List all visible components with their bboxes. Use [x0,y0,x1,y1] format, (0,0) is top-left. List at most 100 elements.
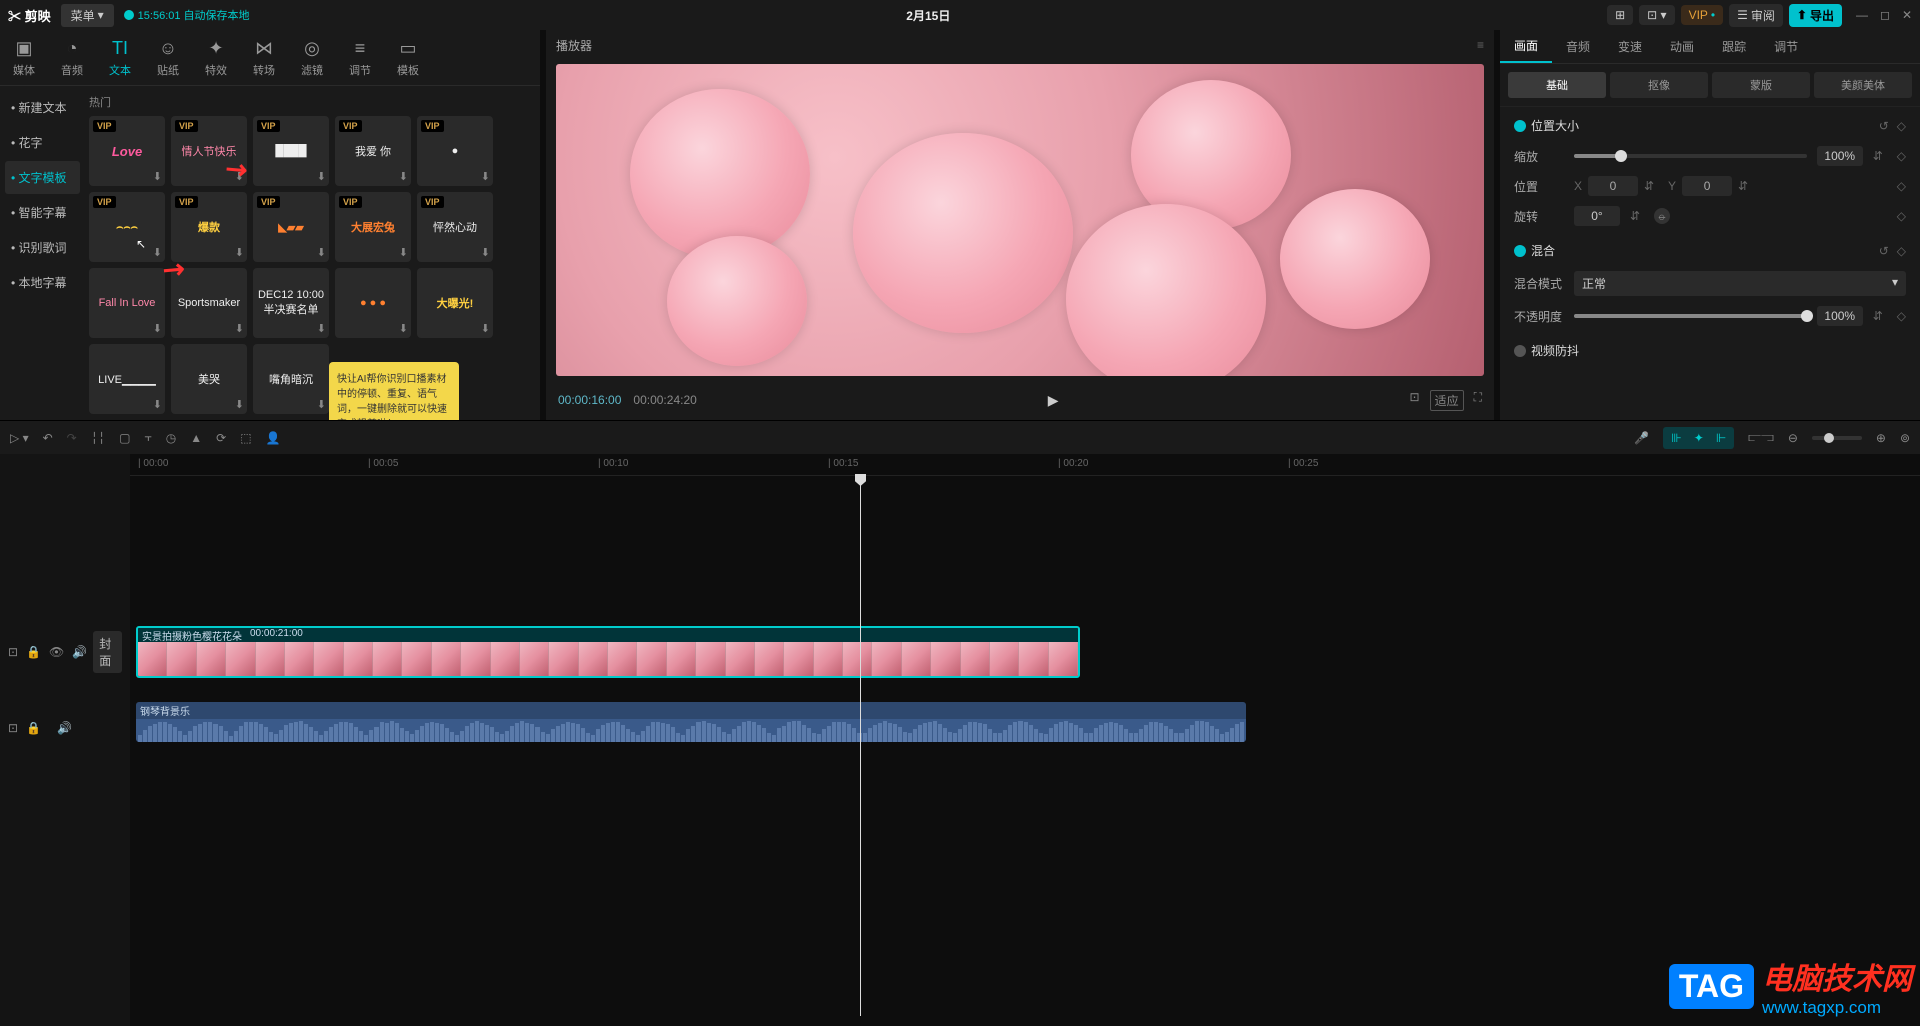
text-template-asset[interactable]: VIP⌢⌢⌢⬇ [89,192,165,262]
blend-mode-select[interactable]: 正常▾ [1574,271,1906,296]
download-icon[interactable]: ⬇ [481,246,490,259]
download-icon[interactable]: ⬇ [317,246,326,259]
export-button[interactable]: ⬆ 导出 [1789,4,1842,27]
text-template-asset[interactable]: 嘴角暗沉⬇ [253,344,329,414]
media-tab-文本[interactable]: TI文本 [96,30,144,85]
close-icon[interactable]: ✕ [1902,8,1912,22]
text-template-asset[interactable]: 大曝光!⬇ [417,268,493,338]
text-template-asset[interactable]: VIP情人节快乐⬇ [171,116,247,186]
inspector-tab[interactable]: 调节 [1760,30,1812,63]
download-icon[interactable]: ⬇ [399,322,408,335]
maximize-icon[interactable]: ◻ [1880,8,1890,22]
split-tool[interactable]: ╎╎ [91,431,105,445]
text-template-asset[interactable]: VIPLove⬇ [89,116,165,186]
track-lock-icon[interactable]: 🔒 [26,645,41,659]
position-x-input[interactable]: 0 [1588,176,1638,196]
checkbox-off-icon[interactable] [1514,345,1526,357]
crop-tool[interactable]: ⬚ [240,431,251,445]
reset-icon[interactable]: ↺ [1879,119,1889,133]
text-template-asset[interactable]: VIP████⬇ [253,116,329,186]
sidebar-item[interactable]: • 花字 [5,126,80,159]
position-y-input[interactable]: 0 [1682,176,1732,196]
zoom-out-button[interactable]: ⊖ [1788,431,1798,445]
text-template-asset[interactable]: VIP◣▰▰⬇ [253,192,329,262]
spinner-icon[interactable]: ⇵ [1873,149,1887,163]
reset-icon[interactable]: ↺ [1879,244,1889,258]
download-icon[interactable]: ⬇ [399,246,408,259]
track-visible-icon[interactable]: 👁 [49,645,64,659]
text-template-asset[interactable]: VIP爆款⬇ [171,192,247,262]
checkbox-on-icon[interactable] [1514,245,1526,257]
text-template-asset[interactable]: LIVE▁▁▁▁⬇ [89,344,165,414]
zoom-in-button[interactable]: ⊕ [1876,431,1886,445]
delete-button[interactable]: ▢ [119,431,130,445]
media-tab-转场[interactable]: ⋈转场 [240,30,288,85]
download-icon[interactable]: ⬇ [153,398,162,411]
text-template-asset[interactable]: VIP●⬇ [417,116,493,186]
checkbox-on-icon[interactable] [1514,120,1526,132]
mic-icon[interactable]: 🎤 [1634,431,1649,445]
text-template-asset[interactable]: VIP大展宏兔⬇ [335,192,411,262]
menu-button[interactable]: 菜单 ▾ [61,4,114,27]
video-preview[interactable] [556,64,1484,376]
inspector-tab[interactable]: 动画 [1656,30,1708,63]
inspector-tab[interactable]: 变速 [1604,30,1656,63]
download-icon[interactable]: ⬇ [235,246,244,259]
minimize-icon[interactable]: — [1856,8,1868,22]
sidebar-item[interactable]: • 智能字幕 [5,196,80,229]
text-template-asset[interactable]: VIP我爱 你⬇ [335,116,411,186]
align-tool[interactable]: ⫍⫎ [1748,430,1774,445]
snap-toggle-group[interactable]: ⊪✦⊩ [1663,427,1734,449]
media-tab-特效[interactable]: ✦特效 [192,30,240,85]
ratio-lock-icon[interactable]: ⦵ [1654,208,1670,224]
download-icon[interactable]: ⬇ [153,170,162,183]
download-icon[interactable]: ⬇ [399,170,408,183]
fit-timeline-button[interactable]: ⊚ [1900,431,1910,445]
download-icon[interactable]: ⬇ [235,170,244,183]
mirror-tool[interactable]: ▲ [190,431,202,445]
rotation-value[interactable]: 0° [1574,206,1620,226]
track-settings-icon[interactable]: ⊡ [8,645,18,659]
inspector-tab[interactable]: 跟踪 [1708,30,1760,63]
inspector-tab[interactable]: 音频 [1552,30,1604,63]
inspector-subtab[interactable]: 美颜美体 [1814,72,1912,98]
download-icon[interactable]: ⬇ [153,246,162,259]
crop-icon[interactable]: ⊡ [1410,390,1420,411]
keyframe-icon[interactable]: ◇ [1897,149,1906,163]
inspector-subtab[interactable]: 基础 [1508,72,1606,98]
media-tab-调节[interactable]: ≡调节 [336,30,384,85]
fullscreen-icon[interactable]: ⛶ [1474,390,1482,411]
download-icon[interactable]: ⬇ [481,170,490,183]
inspector-subtab[interactable]: 抠像 [1610,72,1708,98]
track-settings-icon[interactable]: ⊡ [8,721,18,735]
media-tab-滤镜[interactable]: ◎滤镜 [288,30,336,85]
download-icon[interactable]: ⬇ [317,398,326,411]
download-icon[interactable]: ⬇ [235,322,244,335]
keyframe-icon[interactable]: ◇ [1897,244,1906,258]
keyframe-icon[interactable]: ◇ [1897,209,1906,223]
track-mute-icon[interactable]: 🔊 [57,721,72,735]
download-icon[interactable]: ⬇ [153,322,162,335]
media-tab-媒体[interactable]: ▣媒体 [0,30,48,85]
sidebar-item[interactable]: • 新建文本 [5,91,80,124]
cover-button[interactable]: 封面 [93,631,122,673]
keyframe-icon[interactable]: ◇ [1897,309,1906,323]
audio-clip[interactable]: 钢琴背景乐 [136,702,1246,742]
text-template-asset[interactable]: 美哭⬇ [171,344,247,414]
media-tab-贴纸[interactable]: ☺贴纸 [144,30,192,85]
track-mute-icon[interactable]: 🔊 [72,645,87,659]
text-template-asset[interactable]: VIP怦然心动⬇ [417,192,493,262]
vip-button[interactable]: VIP• [1681,5,1724,25]
opacity-value[interactable]: 100% [1817,306,1863,326]
ai-tool[interactable]: 👤 [266,431,281,445]
download-icon[interactable]: ⬇ [481,322,490,335]
speed-tool[interactable]: ◷ [166,431,176,445]
zoom-slider[interactable] [1812,436,1862,440]
scale-value[interactable]: 100% [1817,146,1863,166]
sidebar-item[interactable]: • 文字模板 [5,161,80,194]
player-menu-icon[interactable]: ≡ [1477,38,1484,52]
download-icon[interactable]: ⬇ [317,170,326,183]
undo-button[interactable]: ↶ [43,431,53,445]
download-icon[interactable]: ⬇ [235,398,244,411]
rotate-tool[interactable]: ⟳ [216,431,226,445]
